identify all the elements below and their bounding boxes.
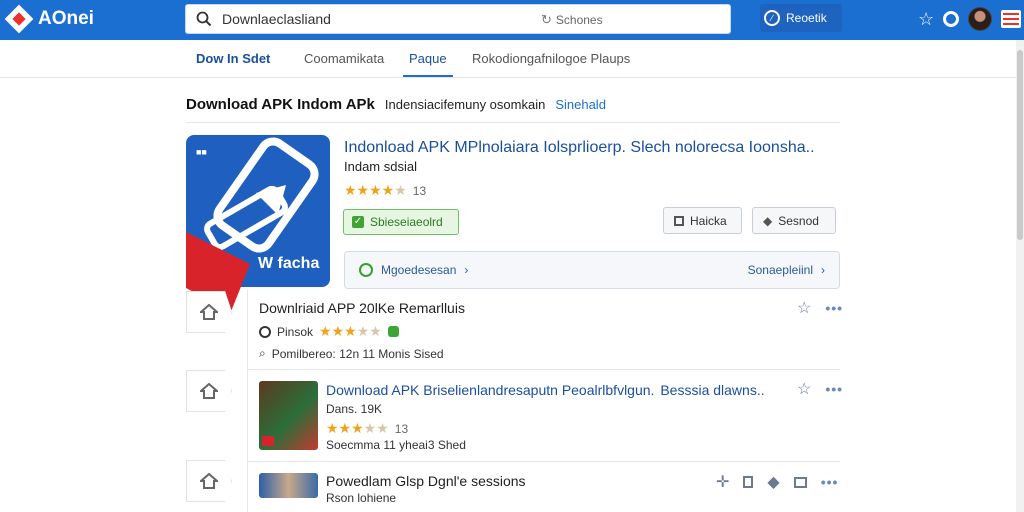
tab-download[interactable]: Dow In Sdet bbox=[196, 51, 270, 66]
featured-icon-caption: W facha bbox=[258, 255, 320, 272]
info-bar[interactable]: Mgoedesesan › Sonaepleiinl › bbox=[344, 251, 840, 289]
list-item-title[interactable]: Powedlam Glsp Dgnl'e sessions bbox=[326, 473, 526, 489]
list-item-developer: Rson lohiene bbox=[326, 491, 397, 505]
tag-icon: ◆ bbox=[763, 213, 773, 228]
file-icon[interactable] bbox=[743, 476, 754, 488]
pin-icon[interactable]: ✛ bbox=[716, 472, 729, 492]
more-icon[interactable]: ••• bbox=[821, 474, 839, 490]
list-item-actions: ✛ ◆ ••• bbox=[716, 472, 838, 492]
chevron-right-icon: › bbox=[821, 263, 825, 277]
rating-count: 13 bbox=[412, 183, 427, 198]
divider bbox=[248, 369, 840, 370]
featured-app-title[interactable]: Indonload APK MPlnolaiara Iolsprlioerp. … bbox=[344, 139, 815, 157]
top-bar: AOnei Downlaeclasliand ↻ Schones ∕ Reoet… bbox=[0, 0, 1024, 40]
share-button[interactable]: Haicka bbox=[663, 207, 742, 234]
breadcrumb-link[interactable]: Sinehald bbox=[555, 97, 606, 112]
list-item-developer: Dans. 19K bbox=[326, 402, 383, 416]
page-title: Download APK Indom APk bbox=[186, 96, 375, 113]
list-item-rating: Pinsok ★★★★★ bbox=[259, 323, 399, 340]
app-thumbnail[interactable] bbox=[259, 381, 318, 450]
rating-stars: ★★★★★ bbox=[319, 323, 382, 339]
tab-categories[interactable]: Coomamikata bbox=[304, 51, 384, 66]
list-item-title[interactable]: Download APK Briselienlandresaputn Peoal… bbox=[326, 382, 765, 398]
search-input[interactable]: Downlaeclasliand bbox=[222, 11, 331, 27]
menu-icon[interactable] bbox=[1001, 10, 1022, 28]
search-icon bbox=[359, 263, 373, 277]
list-item-meta: ⌕ Pomilbereo: 12n 11 Monis Sised bbox=[259, 346, 444, 361]
list-item-actions: ☆ ••• bbox=[797, 298, 843, 318]
share-icon bbox=[674, 215, 684, 226]
star-icon[interactable]: ☆ bbox=[797, 298, 811, 318]
top-icons: ☆ bbox=[918, 7, 1022, 31]
edit-icon: ∕ bbox=[764, 10, 780, 26]
breadcrumb-subtitle: Indensiacifemuny osomkain bbox=[384, 97, 546, 112]
list-item-title[interactable]: Downlriaid APP 20lKe Remarlluis bbox=[259, 300, 465, 316]
info-left[interactable]: Mgoedesesan › bbox=[359, 263, 468, 277]
verified-icon bbox=[387, 326, 399, 337]
list-item-rating: ★★★★★ 13 bbox=[326, 420, 409, 436]
breadcrumb: Download APK Indom APk Indensiacifemuny … bbox=[186, 96, 606, 113]
search-icon bbox=[196, 11, 212, 27]
home-icon[interactable] bbox=[186, 291, 232, 333]
tab-page[interactable]: Paque bbox=[409, 51, 447, 66]
install-button[interactable]: ✓ Sbieseiaeolrd bbox=[343, 209, 459, 235]
rating-stars: ★★★★★ bbox=[326, 420, 389, 436]
divider bbox=[186, 122, 840, 123]
thumbs-up-icon: ✓ bbox=[352, 216, 364, 228]
active-tab-indicator bbox=[403, 75, 453, 77]
tab-recommended[interactable]: Rokodiongafnilogoe Plaups bbox=[472, 51, 630, 66]
more-icon[interactable]: ••• bbox=[825, 381, 843, 397]
image-icon[interactable] bbox=[793, 476, 807, 488]
save-button[interactable]: ◆ Sesnod bbox=[752, 207, 836, 234]
star-icon[interactable]: ☆ bbox=[797, 379, 811, 399]
star-icon[interactable]: ☆ bbox=[918, 9, 934, 30]
brand-name: AOnei bbox=[38, 8, 94, 29]
badge-icon bbox=[262, 436, 274, 446]
home-icon[interactable] bbox=[186, 460, 232, 502]
more-icon[interactable]: ••• bbox=[825, 300, 843, 316]
featured-rating: ★★★★★ 13 bbox=[344, 182, 426, 199]
search-bar[interactable]: Downlaeclasliand ↻ Schones bbox=[185, 4, 731, 34]
svg-text:■■: ■■ bbox=[196, 147, 207, 157]
tag-icon[interactable]: ◆ bbox=[767, 472, 779, 492]
list-item-actions: ☆ ••• bbox=[797, 379, 843, 399]
info-icon bbox=[259, 325, 271, 338]
scrollbar-thumb[interactable] bbox=[1017, 50, 1023, 240]
search-hint[interactable]: ↻ Schones bbox=[541, 12, 603, 28]
refresh-icon: ↻ bbox=[541, 12, 552, 27]
top-action-button[interactable]: ∕ Reoetik bbox=[760, 4, 842, 32]
info-right[interactable]: Sonaepleiinl › bbox=[748, 263, 825, 277]
app-thumbnail[interactable] bbox=[259, 473, 318, 498]
logo-icon bbox=[4, 4, 34, 34]
rating-stars: ★★★★★ bbox=[344, 182, 407, 198]
brand-logo[interactable]: AOnei bbox=[4, 4, 94, 34]
list-item-meta: Soecmma 11 yheai3 Shed bbox=[326, 438, 466, 452]
search-icon: ⌕ bbox=[259, 346, 266, 360]
featured-app-developer: Indam sdsial bbox=[344, 159, 417, 174]
avatar[interactable] bbox=[968, 7, 993, 31]
divider bbox=[248, 461, 840, 462]
nav-tabs: Dow In Sdet Coomamikata Paque Rokodionga… bbox=[0, 40, 1016, 78]
home-icon[interactable] bbox=[186, 370, 232, 412]
settings-icon[interactable] bbox=[943, 11, 960, 27]
chevron-right-icon: › bbox=[464, 263, 469, 277]
